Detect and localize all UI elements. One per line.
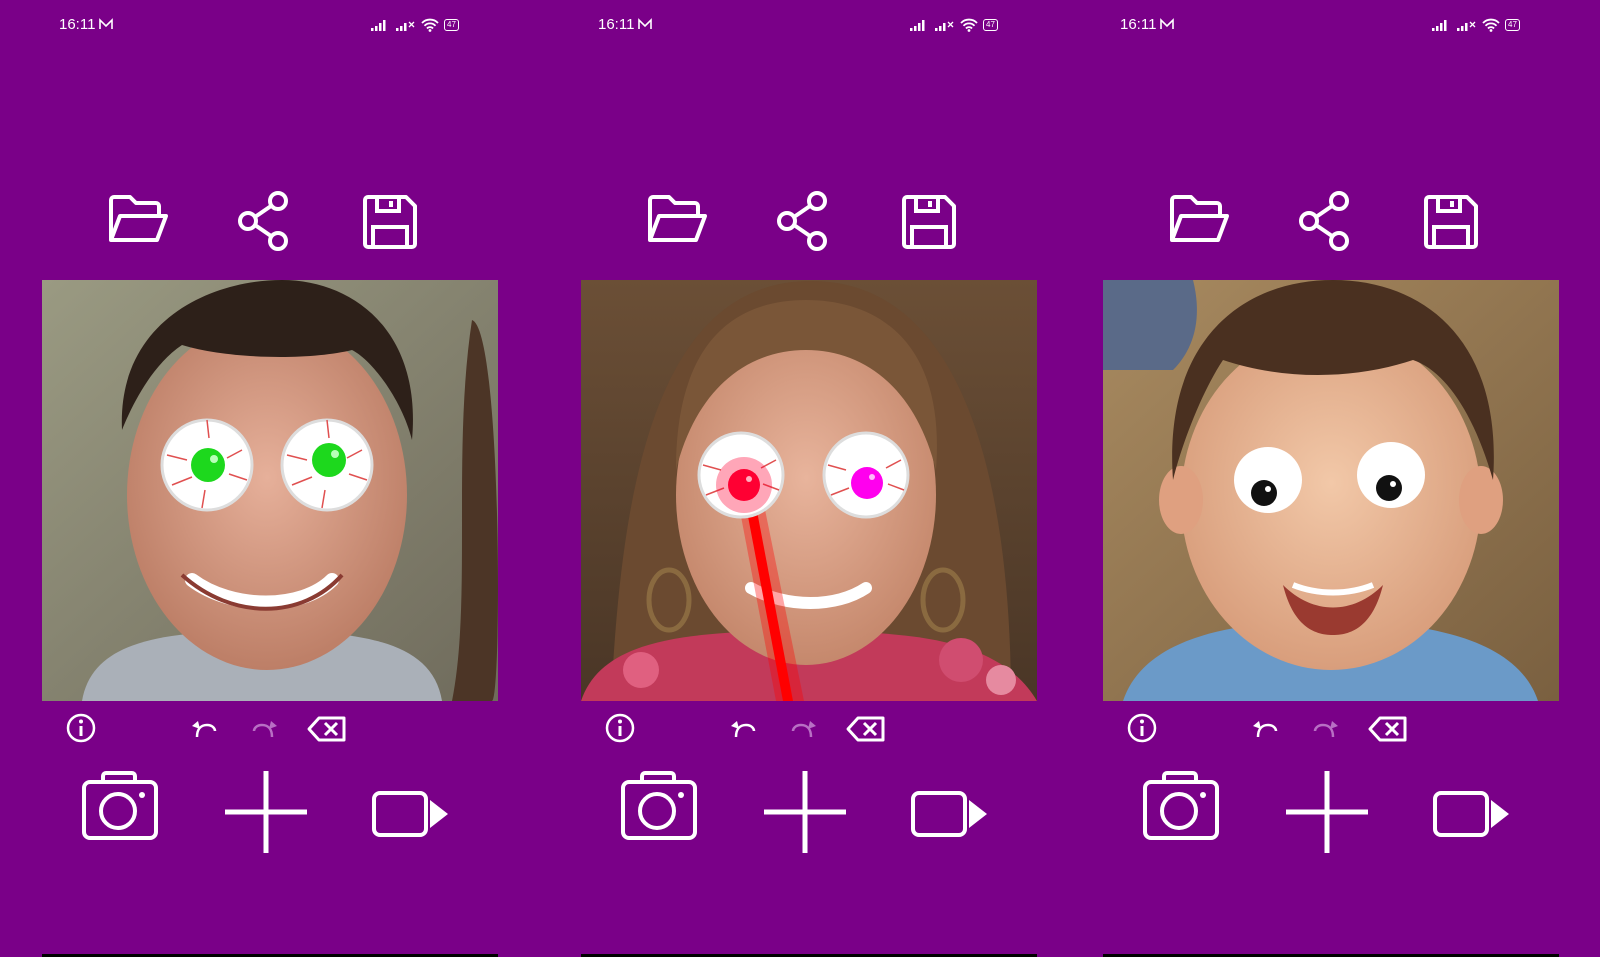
eye-sticker-left[interactable] [697, 431, 785, 519]
battery-icon: 47 [1505, 19, 1520, 31]
clear-icon[interactable] [846, 715, 886, 743]
video-icon[interactable] [911, 790, 989, 838]
share-icon[interactable] [1297, 191, 1353, 251]
folder-open-icon[interactable] [647, 192, 707, 246]
save-icon[interactable] [361, 193, 419, 251]
camera-icon[interactable] [1142, 770, 1220, 842]
undo-icon[interactable] [1252, 718, 1278, 740]
signal-icon [1432, 20, 1447, 31]
mail-icon [1160, 18, 1175, 29]
screen-laser-eyes: 16:11 47 [561, 0, 1081, 957]
add-icon[interactable] [764, 771, 846, 853]
signal-icon [371, 20, 386, 31]
eye-sticker-left[interactable] [1234, 447, 1302, 513]
status-bar: 16:11 47 [561, 16, 1081, 38]
folder-open-icon[interactable] [1169, 192, 1229, 246]
status-time: 16:11 [1120, 16, 1157, 33]
status-time: 16:11 [59, 16, 96, 33]
save-icon[interactable] [900, 193, 958, 251]
undo-icon[interactable] [730, 718, 756, 740]
share-icon[interactable] [236, 191, 292, 251]
mail-icon [638, 18, 653, 29]
add-icon[interactable] [225, 771, 307, 853]
redo-icon [1313, 721, 1338, 738]
video-icon[interactable] [372, 790, 450, 838]
eye-sticker-right[interactable] [822, 431, 910, 519]
save-icon[interactable] [1422, 193, 1480, 251]
info-icon[interactable] [1127, 713, 1157, 743]
status-bar: 16:11 47 [22, 16, 542, 38]
status-time: 16:11 [598, 16, 635, 33]
info-icon[interactable] [66, 713, 96, 743]
eye-sticker-left[interactable] [160, 418, 254, 512]
eye-sticker-right[interactable] [1357, 442, 1425, 508]
clear-icon[interactable] [1368, 715, 1408, 743]
mail-icon [99, 18, 114, 29]
face-photo[interactable] [581, 280, 1037, 701]
screen-green-eyes: 16:11 47 [22, 0, 542, 957]
battery-level: 47 [986, 20, 995, 29]
screen-cartoon-eyes: 16:11 47 [1083, 0, 1600, 957]
battery-level: 47 [1508, 20, 1517, 29]
undo-icon[interactable] [191, 718, 217, 740]
wifi-icon [960, 18, 978, 32]
signal-icon [1457, 21, 1476, 31]
redo-icon [252, 721, 277, 738]
signal-icon [910, 20, 925, 31]
redo-icon [791, 721, 816, 738]
face-photo[interactable] [42, 280, 498, 701]
wifi-icon [1482, 18, 1500, 32]
face-photo[interactable] [1103, 280, 1559, 701]
add-icon[interactable] [1286, 771, 1368, 853]
clear-icon[interactable] [307, 715, 347, 743]
video-icon[interactable] [1433, 790, 1511, 838]
signal-icon [935, 21, 954, 31]
wifi-icon [421, 18, 439, 32]
info-icon[interactable] [605, 713, 635, 743]
battery-icon: 47 [983, 19, 998, 31]
status-bar: 16:11 47 [1083, 16, 1600, 38]
camera-icon[interactable] [81, 770, 159, 842]
share-icon[interactable] [775, 191, 831, 251]
folder-open-icon[interactable] [108, 192, 168, 246]
battery-level: 47 [447, 20, 456, 29]
camera-icon[interactable] [620, 770, 698, 842]
battery-icon: 47 [444, 19, 459, 31]
eye-sticker-right[interactable] [280, 418, 374, 512]
signal-icon [396, 21, 415, 31]
